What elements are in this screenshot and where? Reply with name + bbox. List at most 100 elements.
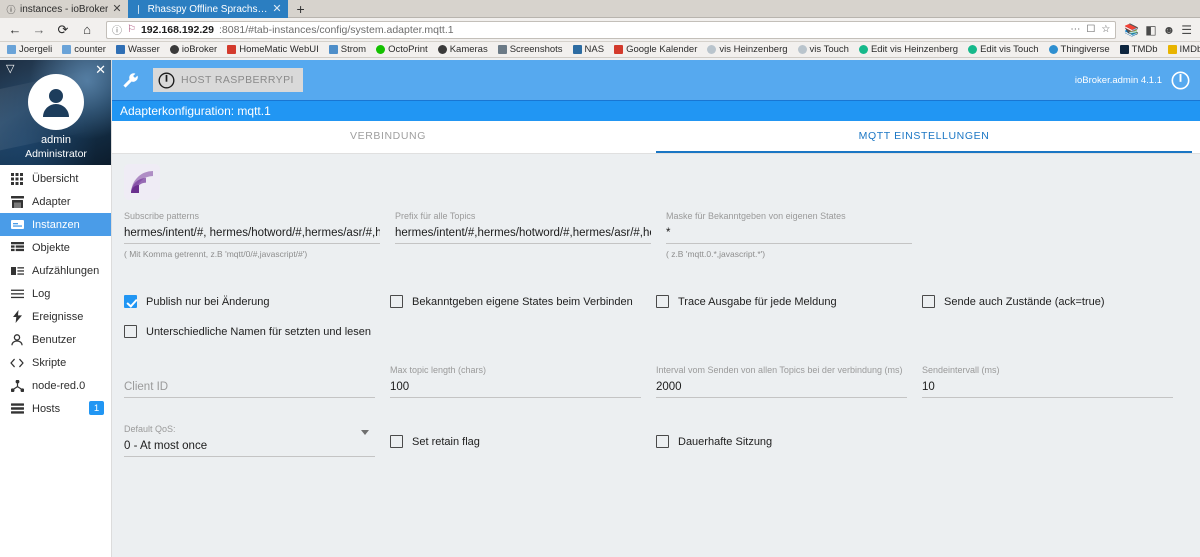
main-area: HOST RASPBERRYPI ioBroker.admin 4.1.1 Ad… <box>112 60 1200 557</box>
sidebar-item-benutzer[interactable]: Benutzer <box>0 328 111 351</box>
bookmark-item[interactable]: counter <box>57 42 111 57</box>
sidebar-item-adapter[interactable]: Adapter <box>0 190 111 213</box>
checkbox-icon[interactable] <box>124 295 137 308</box>
iobroker-icon: ⓘ <box>6 4 16 15</box>
sidebar-item-ereignisse[interactable]: Ereignisse <box>0 305 111 328</box>
checkbox-trace-output[interactable]: Trace Ausgabe für jede Meldung <box>656 295 922 308</box>
bookmark-item[interactable]: Edit vis Heinzenberg <box>854 42 963 57</box>
default-qos-select[interactable]: 0 - At most once <box>124 435 375 457</box>
checkbox-icon[interactable] <box>922 295 935 308</box>
bookmark-item[interactable]: Kameras <box>433 42 493 57</box>
bookmark-item[interactable]: ioBroker <box>165 42 222 57</box>
bookmark-item[interactable]: Strom <box>324 42 371 57</box>
home-button[interactable]: ⌂ <box>76 20 98 40</box>
tab-verbindung[interactable]: VERBINDUNG <box>120 121 656 153</box>
server-icon <box>10 402 24 416</box>
bookmark-item[interactable]: Wasser <box>111 42 165 57</box>
sidebar-item-hosts[interactable]: Hosts 1 <box>0 397 111 420</box>
account-icon[interactable]: ☻ <box>1163 23 1176 37</box>
checkbox-set-retain-flag[interactable]: Set retain flag <box>390 423 641 448</box>
browser-tab-1[interactable]: ⓘ instances - ioBroker ✕ <box>0 0 128 18</box>
bookmark-item[interactable]: Joergeli <box>2 42 57 57</box>
bookmark-favicon-icon <box>968 45 978 54</box>
form-row-qos: Default QoS: 0 - At most once Set retain… <box>124 423 1188 457</box>
bookmark-item[interactable]: Screenshots <box>493 42 568 57</box>
bookmark-item[interactable]: Thingiverse <box>1044 42 1115 57</box>
chevron-down-icon[interactable] <box>361 430 369 435</box>
forward-button[interactable]: → <box>28 20 50 40</box>
host-button-label: HOST RASPBERRYPI <box>181 74 294 86</box>
star-icon[interactable]: ☆ <box>1101 24 1110 35</box>
page-actions-icon[interactable]: ⋯ <box>1070 24 1080 35</box>
subscribe-patterns-input[interactable]: hermes/intent/#, hermes/hotword/#,hermes… <box>124 222 380 244</box>
avatar[interactable] <box>28 74 84 130</box>
code-icon <box>10 356 24 370</box>
page-title: Adapterkonfiguration: mqtt.1 <box>112 100 1200 121</box>
close-icon[interactable]: ✕ <box>95 63 106 76</box>
field-send-interval: Sendeintervall (ms) 10 <box>922 364 1188 398</box>
bookmark-item[interactable]: Google Kalender <box>609 42 702 57</box>
power-icon[interactable] <box>1171 71 1190 90</box>
reload-button[interactable]: ⟳ <box>52 20 74 40</box>
hamburger-menu-icon[interactable]: ☰ <box>1181 23 1192 37</box>
info-circle-icon[interactable]: ⓘ <box>112 22 122 37</box>
sidebar-item-instanzen[interactable]: Instanzen <box>0 213 111 236</box>
bookmark-favicon-icon <box>797 45 807 54</box>
sidebar-item-skripte[interactable]: Skripte <box>0 351 111 374</box>
tracking-protection-icon[interactable]: ⚐ <box>127 24 136 35</box>
checkbox-label: Bekanntgeben eigene States beim Verbinde… <box>412 295 633 308</box>
browser-window: ⓘ instances - ioBroker ✕ ∣ Rhasspy Offli… <box>0 0 1200 557</box>
bookmark-item[interactable]: vis Touch <box>793 42 854 57</box>
checkbox-publish-own-states[interactable]: Bekanntgeben eigene States beim Verbinde… <box>390 295 656 308</box>
bookmark-label: Edit vis Touch <box>980 44 1039 55</box>
sidebar-icon[interactable]: ◧ <box>1145 23 1156 37</box>
checkbox-icon[interactable] <box>124 325 137 338</box>
bookmark-item[interactable]: NAS <box>568 42 610 57</box>
checkbox-send-ack-states[interactable]: Sende auch Zustände (ack=true) <box>922 295 1188 308</box>
tab-mqtt-einstellungen[interactable]: MQTT EINSTELLUNGEN <box>656 121 1192 153</box>
library-icon[interactable]: 📚 <box>1124 23 1139 37</box>
publish-mask-input[interactable]: * <box>666 222 912 244</box>
client-id-input[interactable]: Client ID <box>124 376 375 398</box>
bookmark-item[interactable]: TMDb <box>1115 42 1163 57</box>
sidebar-item-uebersicht[interactable]: Übersicht <box>0 167 111 190</box>
send-all-topics-interval-input[interactable]: 2000 <box>656 376 907 398</box>
bookmark-item[interactable]: IMDb <box>1163 42 1200 57</box>
sidebar-item-node-red[interactable]: node-red.0 <box>0 374 111 397</box>
send-interval-input[interactable]: 10 <box>922 376 1173 398</box>
checkbox-icon[interactable] <box>656 295 669 308</box>
sidebar-item-label: Aufzählungen <box>32 264 100 277</box>
checkbox-label: Dauerhafte Sitzung <box>678 435 773 448</box>
checkbox-icon[interactable] <box>656 435 669 448</box>
bookmark-item[interactable]: OctoPrint <box>371 42 433 57</box>
bookmark-favicon-icon <box>62 45 72 54</box>
sidebar-item-log[interactable]: Log <box>0 282 111 305</box>
new-tab-button[interactable]: + <box>287 0 314 17</box>
sidebar-user-name: admin <box>41 134 71 146</box>
bookmark-item[interactable]: vis Heinzenberg <box>702 42 792 57</box>
wrench-icon[interactable] <box>122 72 139 89</box>
bookmark-item[interactable]: HomeMatic WebUI <box>222 42 324 57</box>
bookmark-favicon-icon <box>1167 45 1177 54</box>
bookmark-label: vis Touch <box>809 44 849 55</box>
browser-tab-2[interactable]: ∣ Rhasspy Offline Sprachsteuerung ✕ <box>127 0 288 18</box>
checkbox-icon[interactable] <box>390 435 403 448</box>
url-bar[interactable]: ⓘ ⚐ 192.168.192.29:8081/#tab-instances/c… <box>106 20 1117 39</box>
back-button[interactable]: ← <box>4 20 26 40</box>
config-tabs: VERBINDUNG MQTT EINSTELLUNGEN <box>112 121 1200 154</box>
checkbox-different-names[interactable]: Unterschiedliche Namen für setzten und l… <box>124 325 395 338</box>
checkbox-icon[interactable] <box>390 295 403 308</box>
max-topic-length-input[interactable]: 100 <box>390 376 641 398</box>
checkbox-persistent-session[interactable]: Dauerhafte Sitzung <box>656 423 907 448</box>
sidebar-item-aufzaehlungen[interactable]: Aufzählungen <box>0 259 111 282</box>
prefix-topics-input[interactable]: hermes/intent/#,hermes/hotword/#,hermes/… <box>395 222 651 244</box>
host-button[interactable]: HOST RASPBERRYPI <box>153 68 303 92</box>
browser-tab-2-close-icon[interactable]: ✕ <box>272 3 281 15</box>
reader-view-icon[interactable]: ☐ <box>1086 24 1095 35</box>
browser-toolbar-right: 📚 ◧ ☻ ☰ <box>1124 23 1196 37</box>
chevron-down-icon[interactable]: ▽ <box>6 64 14 75</box>
browser-tab-1-close-icon[interactable]: ✕ <box>112 3 121 15</box>
sidebar-item-objekte[interactable]: Objekte <box>0 236 111 259</box>
checkbox-publish-on-change[interactable]: Publish nur bei Änderung <box>124 295 390 308</box>
bookmark-item[interactable]: Edit vis Touch <box>963 42 1043 57</box>
